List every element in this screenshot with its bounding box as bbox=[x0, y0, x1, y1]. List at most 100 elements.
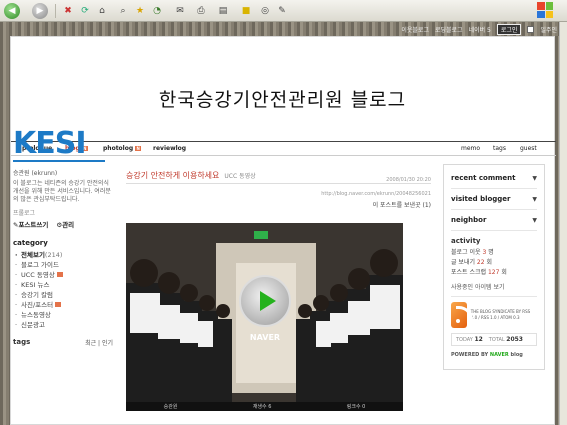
left-sidebar: KESI 승관원 (ekrunn) 이 블로그는 네티즌의 승강기 안전의식 개… bbox=[13, 128, 113, 347]
forward-icon[interactable]: ▶ bbox=[32, 3, 48, 19]
post-area: 승강기 안전하게 이용하세요 UCC 동영상 2008/01/30 20:20 … bbox=[126, 170, 431, 411]
visitor-counter: TODAY 12 TOTAL 2053 bbox=[451, 333, 537, 346]
naver-brand: NAVER bbox=[489, 352, 509, 358]
category-item[interactable]: 승강기 칼럼 bbox=[13, 290, 113, 300]
prologue-link[interactable]: 프롤로그 bbox=[13, 208, 113, 217]
kesi-logo[interactable]: KESI bbox=[13, 128, 113, 160]
mail-icon[interactable]: ✉ bbox=[172, 3, 188, 19]
visited-blogger-toggle[interactable]: visited blogger ▼ bbox=[451, 189, 537, 210]
tags-header: tags 최근 | 인기 bbox=[13, 338, 113, 347]
category-label: 승강기 칼럼 bbox=[21, 291, 53, 299]
tags-sort[interactable]: 최근 | 인기 bbox=[85, 338, 113, 347]
activity-count: 22 bbox=[476, 259, 485, 266]
login-button[interactable]: 로그인 bbox=[496, 24, 522, 35]
rss-icon[interactable] bbox=[451, 302, 473, 328]
profile-nickname[interactable]: 승관원 (ekrunn) bbox=[13, 168, 113, 177]
expand-arrow-icon: ▼ bbox=[532, 174, 537, 182]
menu-guest[interactable]: guest bbox=[520, 145, 537, 152]
play-button[interactable] bbox=[239, 275, 291, 327]
edit-icon[interactable]: ▤ bbox=[215, 3, 231, 19]
category-label: 신문광고 bbox=[21, 321, 45, 329]
activity-unit: 회 bbox=[501, 269, 507, 276]
visited-blogger-label: visited blogger bbox=[451, 195, 511, 203]
new-badge-icon bbox=[55, 302, 62, 307]
back-icon[interactable]: ◀ bbox=[4, 3, 20, 19]
discuss-icon[interactable]: ■ bbox=[238, 3, 254, 19]
menu-reviewlog[interactable]: reviewlog bbox=[153, 145, 186, 152]
home-icon[interactable]: ⌂ bbox=[94, 3, 110, 19]
activity-label: 블로그 이웃 bbox=[451, 249, 481, 256]
blog-title[interactable]: 한국승강기안전관리원 블로그 bbox=[11, 85, 554, 112]
category-count: (214) bbox=[44, 251, 63, 259]
research-icon[interactable]: ✎ bbox=[274, 3, 290, 19]
activity-item[interactable]: 글 보내기 22 회 bbox=[451, 258, 537, 268]
recent-comment-toggle[interactable]: recent comment ▼ bbox=[451, 168, 537, 189]
category-label: 전체보기 bbox=[21, 251, 45, 259]
post-title[interactable]: 승강기 안전하게 이용하세요 bbox=[126, 170, 219, 181]
nav-link-neighbor-blog[interactable]: 이웃블로그 bbox=[401, 25, 429, 34]
favorites-icon[interactable]: ★ bbox=[132, 3, 148, 19]
post-send-info[interactable]: 이 포스트를 보낸곳 (1) bbox=[126, 200, 431, 209]
video-play-count: 재생수 6 bbox=[252, 404, 272, 410]
category-item[interactable]: KESI 뉴스 bbox=[13, 280, 113, 290]
new-badge: N bbox=[135, 146, 142, 151]
category-item[interactable]: 뉴스동영상 bbox=[13, 310, 113, 320]
activity-list: 블로그 이웃 3 명 글 보내기 22 회 포스트 스크랩 127 회 bbox=[451, 248, 537, 278]
history-icon[interactable]: ◔ bbox=[149, 3, 165, 19]
print-icon[interactable]: ⎙ bbox=[193, 3, 209, 19]
today-counter: TODAY 12 bbox=[456, 336, 483, 343]
total-value: 2053 bbox=[506, 336, 523, 343]
refresh-icon[interactable]: ⟳ bbox=[77, 3, 93, 19]
tags-title: tags bbox=[13, 338, 31, 346]
category-label: UCC 동영상 bbox=[21, 271, 55, 279]
activity-count: 127 bbox=[487, 269, 500, 276]
powered-label: POWERED BY bbox=[451, 352, 489, 358]
category-item[interactable]: UCC 동영상 bbox=[13, 270, 113, 280]
menu-memo[interactable]: memo bbox=[461, 145, 480, 152]
play-icon bbox=[259, 291, 276, 311]
browser-toolbar: ◀ ▶ ✖ ⟳ ⌂ ⌕ ★ ◔ ✉ ⎙ ▤ ■ ◎ ✎ bbox=[0, 0, 567, 22]
total-label: TOTAL bbox=[488, 337, 505, 343]
post-category[interactable]: UCC 동영상 bbox=[224, 171, 255, 180]
today-label: TODAY bbox=[456, 337, 473, 343]
item-view-link[interactable]: 사용중인 아이템 보기 bbox=[451, 282, 537, 297]
rss-text: THE BLOG SYNDICATE BY RSS 2.0 / RSS 1.0 … bbox=[470, 309, 531, 320]
activity-item[interactable]: 블로그 이웃 3 명 bbox=[451, 248, 537, 258]
neighbor-label: neighbor bbox=[451, 216, 487, 224]
menu-reviewlog-label: reviewlog bbox=[153, 145, 187, 152]
powered-by[interactable]: POWERED BY NAVER blog bbox=[451, 352, 537, 358]
activity-item[interactable]: 포스트 스크랩 127 회 bbox=[451, 268, 537, 278]
keep-login-label: 일주인 bbox=[540, 27, 557, 34]
category-label: 블로그 가이드 bbox=[21, 261, 59, 269]
category-label: KESI 뉴스 bbox=[21, 281, 50, 289]
nav-link-loading-blog[interactable]: 로딩블로그 bbox=[435, 25, 463, 34]
video-author: 승관원 bbox=[163, 404, 178, 410]
stop-icon[interactable]: ✖ bbox=[60, 3, 76, 19]
total-counter: TOTAL 2053 bbox=[489, 336, 523, 343]
category-item[interactable]: 신문광고 bbox=[13, 320, 113, 330]
messenger-icon[interactable]: ◎ bbox=[257, 3, 273, 19]
expand-arrow-icon: ▼ bbox=[532, 195, 537, 203]
activity-title: activity bbox=[451, 237, 481, 245]
activity-unit: 회 bbox=[486, 259, 493, 266]
vertical-scrollbar[interactable] bbox=[559, 22, 567, 425]
post-write-button[interactable]: ✎포스트쓰기 bbox=[13, 219, 48, 229]
profile-actions: ✎포스트쓰기 ⚙관리 bbox=[13, 219, 113, 229]
today-value: 12 bbox=[474, 336, 483, 343]
rss-block[interactable]: THE BLOG SYNDICATE BY RSS 2.0 / RSS 1.0 … bbox=[451, 302, 537, 328]
category-list: 전체보기(214) 블로그 가이드 UCC 동영상 KESI 뉴스 승강기 칼럼… bbox=[13, 250, 113, 330]
post-url[interactable]: http://blog.naver.com/ekrunn/20048256021 bbox=[126, 191, 431, 197]
nav-link-naver[interactable]: 네이버 5 bbox=[469, 25, 491, 34]
activity-count: 3 bbox=[482, 249, 487, 256]
menu-tags[interactable]: tags bbox=[493, 145, 506, 152]
neighbor-toggle[interactable]: neighbor ▼ bbox=[451, 210, 537, 231]
powered-suffix: blog bbox=[510, 352, 523, 358]
search-icon[interactable]: ⌕ bbox=[115, 3, 131, 19]
category-item[interactable]: 전체보기(214) bbox=[13, 250, 113, 260]
keep-login-checkbox[interactable] bbox=[527, 26, 535, 33]
video-link-count: 링크수 0 bbox=[346, 404, 366, 410]
category-item[interactable]: 사진/포스터 bbox=[13, 300, 113, 310]
category-item[interactable]: 블로그 가이드 bbox=[13, 260, 113, 270]
manage-button[interactable]: ⚙관리 bbox=[56, 219, 74, 229]
video-player[interactable]: NAVER 승관원 재생수 6 링크수 0 bbox=[126, 223, 403, 411]
